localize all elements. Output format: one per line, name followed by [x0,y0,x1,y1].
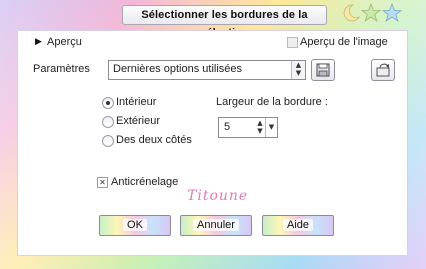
apercu-image-checkbox[interactable] [287,37,298,48]
border-width-spinner[interactable]: 5 ▲ ▼ ▼ [218,117,278,138]
cancel-button[interactable]: Annuler [180,215,252,236]
ok-button[interactable]: OK [99,215,171,236]
chevron-down-icon[interactable]: ▼ [265,118,277,137]
radio-exterieur-label: Extérieur [116,115,161,127]
cancel-button-label: Annuler [193,219,239,231]
radio-interieur-label: Intérieur [116,96,157,108]
apercu-toggle[interactable]: Aperçu [47,36,82,48]
help-button-label: Aide [282,219,314,231]
reset-button[interactable] [371,59,395,81]
radio-deux-cotes[interactable] [102,135,114,147]
reset-icon [376,63,390,77]
expand-arrow-icon[interactable]: ▶ [35,37,42,47]
dropdown-arrow-icon[interactable]: ▲ ▼ [291,61,305,79]
window-title: Sélectionner les bordures de la sélectio… [122,5,327,39]
star-icon [382,3,402,22]
radio-exterieur[interactable] [102,116,114,128]
spin-updown-icon[interactable]: ▲ ▼ [255,119,265,136]
antialias-label: Anticrénelage [111,176,179,188]
preset-dropdown[interactable]: Dernières options utilisées ▲ ▼ [108,60,306,80]
signature-watermark: Titoune [187,188,249,204]
border-width-value[interactable]: 5 [224,121,230,133]
save-preset-button[interactable] [311,59,335,81]
ok-button-label: OK [123,219,147,231]
antialias-checkbox[interactable]: ✕ [97,177,108,188]
radio-deux-cotes-label: Des deux côtés [116,134,192,146]
help-button[interactable]: Aide [262,215,334,236]
apercu-image-label: Aperçu de l'image [300,36,388,48]
moon-icon [343,4,361,22]
parametres-label: Paramètres [33,63,90,75]
preset-value: Dernières options utilisées [113,63,243,75]
radio-interieur[interactable] [102,97,114,109]
save-preset-icon [316,63,330,77]
star-icon [361,3,381,22]
border-width-label: Largeur de la bordure : [216,96,328,108]
